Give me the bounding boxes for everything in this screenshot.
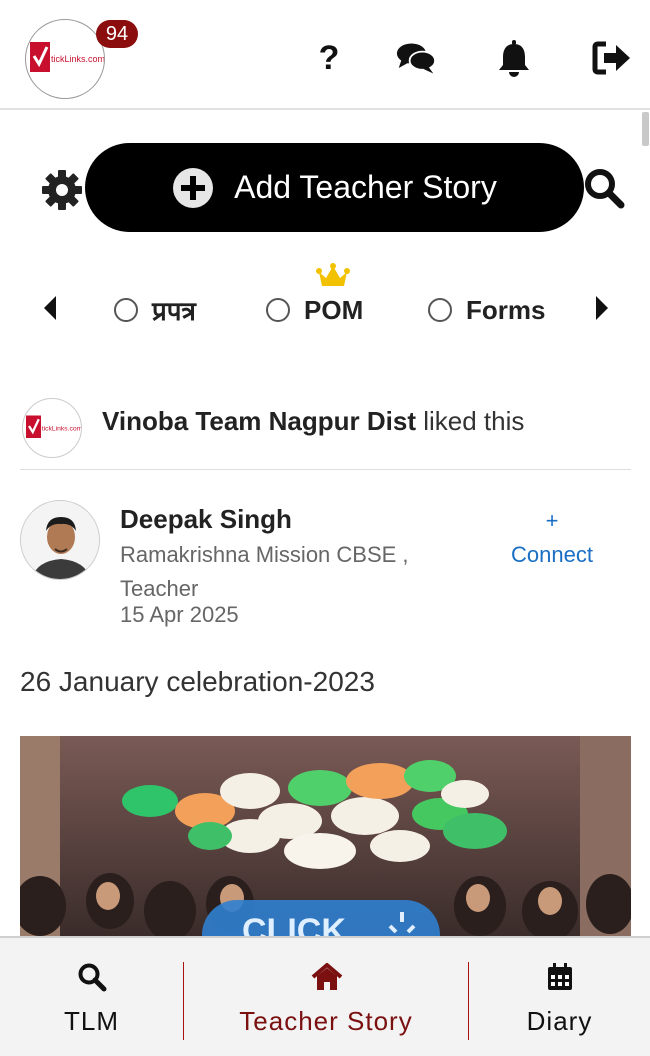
radio-button[interactable]: [114, 298, 138, 322]
school-name: Ramakrishna Mission CBSE ,: [120, 542, 409, 567]
nav-tlm[interactable]: TLM: [0, 938, 183, 1056]
radio-button[interactable]: [428, 298, 452, 322]
author-name[interactable]: Deepak Singh: [120, 504, 292, 535]
app-logo[interactable]: tickLinks.com: [25, 19, 105, 99]
filter-label: प्रपत्र: [152, 296, 196, 326]
chat-icon[interactable]: [396, 38, 436, 78]
app-screen: tickLinks.com 94 ? Add Teacher Story प्र…: [0, 0, 650, 1056]
connect-plus: +: [545, 508, 559, 533]
help-icon[interactable]: ?: [309, 38, 349, 78]
gear-icon[interactable]: [40, 168, 84, 212]
filter-prev-arrow-icon[interactable]: [40, 292, 60, 324]
filter-option-pom[interactable]: POM: [266, 290, 363, 330]
nav-label: Diary: [526, 1006, 593, 1036]
notification-count-badge: 94: [96, 20, 138, 48]
filter-label: POM: [304, 294, 364, 325]
liker-name[interactable]: Vinoba Team Nagpur Dist: [102, 406, 416, 436]
svg-text:tickLinks.com: tickLinks.com: [42, 426, 82, 433]
connect-label: Connect: [511, 542, 593, 567]
radio-button[interactable]: [266, 298, 290, 322]
calendar-icon: [545, 962, 575, 992]
bell-icon[interactable]: [494, 38, 534, 78]
top-header: tickLinks.com 94 ?: [0, 0, 650, 110]
liked-text: Vinoba Team Nagpur Dist liked this: [102, 406, 524, 437]
svg-text:CLICK: CLICK: [242, 912, 346, 936]
author-role: Teacher: [120, 576, 199, 601]
author-avatar[interactable]: [20, 500, 100, 580]
search-icon[interactable]: [582, 166, 626, 210]
svg-text:tickLinks.com: tickLinks.com: [51, 54, 105, 64]
crown-icon: [316, 262, 350, 290]
filter-option-forms[interactable]: Forms: [428, 290, 545, 330]
liked-suffix: liked this: [423, 406, 525, 436]
activity-liked-row: tickLinks.com Vinoba Team Nagpur Dist li…: [20, 396, 631, 470]
nav-label: TLM: [64, 1006, 119, 1036]
bottom-navigation: TLM Teacher Story Diary: [0, 936, 650, 1056]
liker-avatar[interactable]: tickLinks.com: [22, 398, 82, 458]
logout-icon[interactable]: [592, 38, 632, 78]
post-date: 15 Apr 2025: [120, 602, 239, 627]
author-school: Ramakrishna Mission CBSE , Teacher: [120, 538, 480, 606]
nav-teacher-story[interactable]: Teacher Story: [184, 938, 468, 1056]
nav-diary[interactable]: Diary: [469, 938, 650, 1056]
search-icon: [77, 962, 107, 992]
add-teacher-story-button[interactable]: Add Teacher Story: [85, 143, 584, 232]
filter-next-arrow-icon[interactable]: [592, 292, 612, 324]
filter-option-prapatra[interactable]: प्रपत्र: [114, 290, 196, 330]
connect-button[interactable]: + Connect: [500, 504, 604, 572]
add-teacher-story-label: Add Teacher Story: [234, 169, 497, 205]
scrollbar-thumb[interactable]: [642, 112, 649, 146]
nav-label: Teacher Story: [239, 1006, 413, 1036]
post-image[interactable]: CLICK: [20, 736, 631, 936]
post-title: 26 January celebration-2023: [20, 666, 375, 697]
filter-label: Forms: [466, 294, 546, 325]
plus-circle-icon: [172, 167, 214, 209]
home-icon: [311, 962, 343, 992]
